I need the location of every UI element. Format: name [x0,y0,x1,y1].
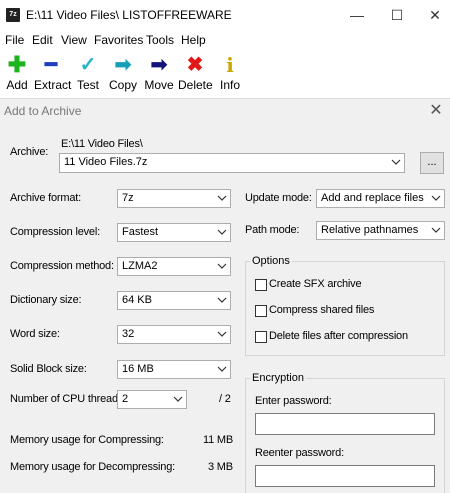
arrow-right-icon: ➡ [150,54,168,76]
menu-favorites[interactable]: Favorites [94,33,143,47]
test-button[interactable]: ✓ Test [71,52,105,96]
archive-name-combo[interactable]: 11 Video Files.7z [59,153,405,173]
options-title: Options [250,255,292,267]
compression-level-select[interactable]: Fastest [117,223,231,242]
add-button[interactable]: ✚ Add [0,52,34,96]
copy-button[interactable]: ➡ Copy [106,52,140,96]
compression-level-value: Fastest [122,226,159,238]
maximize-button[interactable]: ☐ [384,4,410,26]
create-sfx-label: Create SFX archive [269,278,362,290]
delete-after-label: Delete files after compression [269,330,408,342]
plus-icon: ✚ [7,52,27,77]
test-label: Test [76,78,99,92]
copy-label: Copy [108,78,137,92]
update-mode-label: Update mode: [245,192,312,204]
chevron-down-icon [217,229,227,235]
reenter-password-input[interactable] [255,465,435,487]
compress-shared-label: Compress shared files [269,304,375,316]
dialog-title: Add to Archive [4,104,82,118]
chevron-down-icon [431,227,441,233]
delete-after-checkbox[interactable] [255,331,267,343]
menu-edit[interactable]: Edit [32,33,53,47]
compress-shared-checkbox[interactable] [255,305,267,317]
dialog-close-button[interactable]: ✕ [426,100,446,122]
cpu-threads-label: Number of CPU threads: [10,393,127,405]
encryption-title: Encryption [250,372,306,384]
info-icon: i [226,53,234,77]
cpu-threads-select[interactable]: 2 [117,390,187,409]
check-chevron-icon: ✓ [79,54,97,76]
memory-decompress-label: Memory usage for Decompressing: [10,461,175,473]
minimize-button[interactable]: — [344,4,370,26]
dictionary-size-label: Dictionary size: [10,294,82,306]
memory-compress-label: Memory usage for Compressing: [10,434,164,446]
archive-label: Archive: [10,146,49,158]
extract-button[interactable]: ━ Extract [34,52,72,96]
double-arrow-icon: ➡ [114,54,132,76]
dictionary-size-select[interactable]: 64 KB [117,291,231,310]
compression-method-select[interactable]: LZMA2 [117,257,231,276]
chevron-down-icon [217,297,227,303]
chevron-down-icon [217,331,227,337]
chevron-down-icon [173,396,183,402]
archive-format-value: 7z [122,192,134,204]
chevron-down-icon [217,195,227,201]
compression-method-value: LZMA2 [122,260,158,272]
move-button[interactable]: ➡ Move [142,52,176,96]
delete-button[interactable]: ✖ Delete [178,52,213,96]
enter-password-input[interactable] [255,413,435,435]
path-mode-label: Path mode: [245,224,300,236]
solid-block-size-label: Solid Block size: [10,363,87,375]
info-label: Info [219,78,240,92]
reenter-password-label: Reenter password: [255,447,344,459]
solid-block-size-select[interactable]: 16 MB [117,360,231,379]
chevron-down-icon [217,263,227,269]
info-button[interactable]: i Info [213,52,247,96]
menu-tools[interactable]: Tools [146,33,174,47]
archive-path: E:\11 Video Files\ [61,138,143,150]
archive-format-label: Archive format: [10,192,81,204]
cpu-threads-value: 2 [122,393,129,405]
minus-icon: ━ [44,54,58,76]
dictionary-size-value: 64 KB [122,294,152,306]
path-mode-value: Relative pathnames [321,224,419,236]
word-size-label: Word size: [10,328,60,340]
app-icon: 7z [6,8,20,22]
enter-password-label: Enter password: [255,395,332,407]
word-size-select[interactable]: 32 [117,325,231,344]
x-icon: ✖ [186,54,204,76]
compression-level-label: Compression level: [10,226,100,238]
archive-format-select[interactable]: 7z [117,189,231,208]
browse-button[interactable]: ... [420,152,444,174]
compression-method-label: Compression method: [10,260,114,272]
menu-help[interactable]: Help [181,33,206,47]
menu-view[interactable]: View [61,33,87,47]
path-mode-select[interactable]: Relative pathnames [316,221,445,240]
update-mode-value: Add and replace files [321,192,424,204]
memory-compress-value: 11 MB [203,434,233,446]
close-button[interactable]: ✕ [422,4,448,26]
window-title: E:\11 Video Files\ LISTOFFREEWARE [26,8,232,22]
update-mode-select[interactable]: Add and replace files [316,189,445,208]
cpu-threads-total: / 2 [219,393,231,405]
menu-file[interactable]: File [5,33,24,47]
word-size-value: 32 [122,328,135,340]
extract-label: Extract [34,78,72,92]
move-label: Move [144,78,174,92]
add-label: Add [6,78,28,92]
archive-name-value: 11 Video Files.7z [64,156,148,168]
create-sfx-checkbox[interactable] [255,279,267,291]
delete-label: Delete [178,78,213,92]
chevron-down-icon [431,195,441,201]
memory-decompress-value: 3 MB [208,461,233,473]
solid-block-size-value: 16 MB [122,363,154,375]
chevron-down-icon [391,159,401,165]
chevron-down-icon [217,366,227,372]
